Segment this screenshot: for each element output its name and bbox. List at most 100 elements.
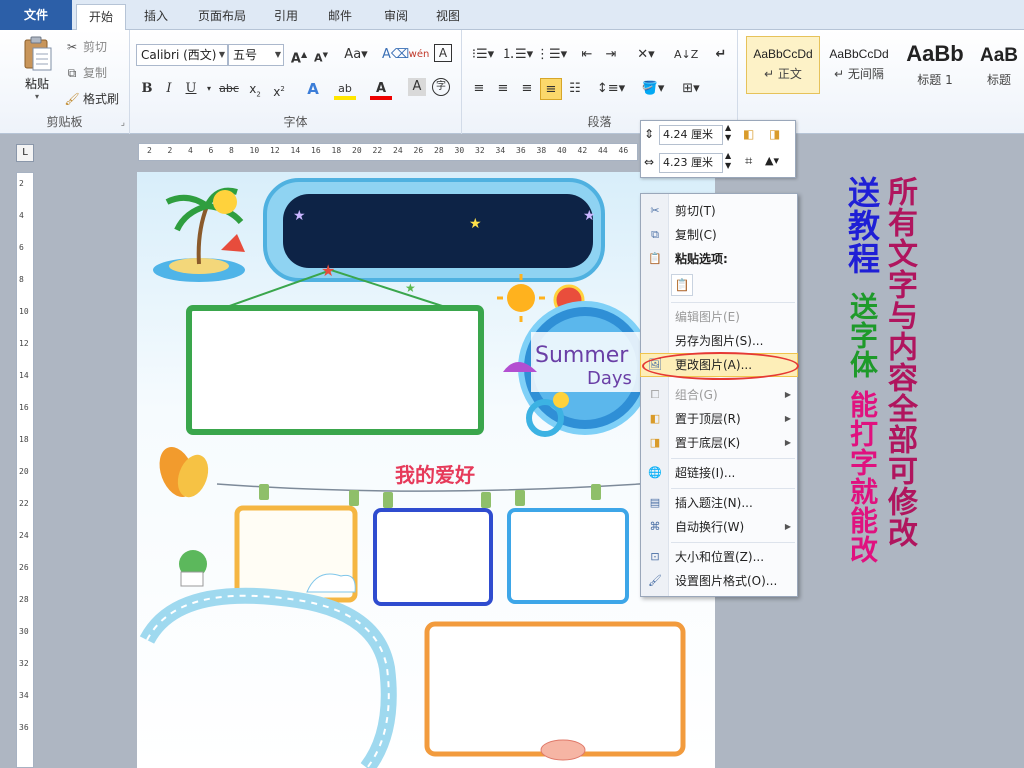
highlight-icon[interactable]: ab [334, 78, 356, 100]
line-spacing-icon[interactable]: ↕≡▾ [596, 78, 626, 100]
clear-formatting-icon[interactable]: A⌫ [382, 44, 409, 66]
change-case-icon[interactable]: Aa▾ [342, 44, 370, 66]
menu-label: 复制(C) [675, 228, 717, 242]
style-sample: AaB [979, 45, 1018, 66]
tab-review[interactable]: 审阅 [372, 4, 420, 30]
style-normal[interactable]: AaBbCcDd ↵ 正文 [746, 36, 820, 94]
ruler-tick: 8 [19, 275, 24, 284]
group-icon: ⧠ [650, 388, 660, 401]
multilevel-list-icon[interactable]: ⋮☰▾ [536, 44, 567, 66]
italic-icon[interactable]: I [158, 78, 180, 100]
submenu-arrow-icon: ▶ [784, 390, 791, 399]
menu-item-bring-to-front[interactable]: ◧ 置于顶层(R) ▶ [641, 408, 797, 430]
document-page[interactable]: ★ ★ ★ ★ ★ Summer Days 我的爱好 [137, 172, 715, 768]
grow-font-icon[interactable]: A▲ [288, 44, 310, 66]
tab-insert[interactable]: 插入 [132, 4, 180, 30]
badge-icon [540, 739, 586, 761]
align-right-icon[interactable]: ≡ [516, 78, 538, 100]
font-size-value: 五号 [233, 48, 258, 62]
subscript-icon[interactable]: x2 [244, 78, 266, 100]
menu-item-size-position[interactable]: ⊡ 大小和位置(Z)... [641, 546, 797, 568]
menu-label: 置于底层(K) [675, 436, 741, 450]
numbering-icon[interactable]: ⒈☰▾ [502, 44, 533, 66]
style-no-spacing[interactable]: AaBbCcDd ↵ 无间隔 [822, 36, 896, 94]
increase-indent-icon[interactable]: ⇥ [600, 44, 622, 66]
tab-home[interactable]: 开始 [76, 4, 127, 31]
paste-icon [24, 36, 52, 71]
menu-item-save-as-picture[interactable]: 另存为图片(S)... [641, 330, 797, 352]
spinner-icon[interactable]: ▲ ▼ [725, 123, 731, 143]
days-text: Days [587, 368, 632, 389]
vertical-ruler[interactable]: 2 4 6 8 10 12 14 16 18 20 22 24 26 28 30 32 34 36 [16, 172, 34, 768]
strikethrough-icon[interactable]: abc [216, 78, 242, 100]
paste-button[interactable]: 粘贴 ▾ [14, 34, 60, 108]
ruler-tick: 18 [331, 146, 342, 155]
sort-icon[interactable]: A↓Z [674, 44, 698, 66]
superscript-icon[interactable]: x2 [268, 78, 290, 100]
hobby-frame [507, 508, 629, 604]
tab-file[interactable]: 文件 [0, 0, 72, 30]
tab-mailings[interactable]: 邮件 [316, 4, 364, 30]
submenu-arrow-icon: ▶ [784, 522, 791, 531]
menu-item-cut[interactable]: ✂ 剪切(T) [641, 200, 797, 222]
decrease-indent-icon[interactable]: ⇤ [576, 44, 598, 66]
shrink-font-icon[interactable]: A▼ [310, 44, 332, 66]
cut-button[interactable]: ✂ 剪切 [64, 38, 107, 55]
bold-icon[interactable]: B [136, 78, 158, 100]
send-backward-icon[interactable]: ◨ [769, 127, 780, 141]
size-mini-toolbar: ⇕ 4.24 厘米 ▲ ▼ ◧ ◨ ⇔ 4.23 厘米 ▲ ▼ ⌗ ▲▾ [640, 120, 796, 178]
bring-to-front-icon: ◧ [649, 412, 661, 425]
submenu-arrow-icon: ▶ [784, 414, 791, 423]
format-painter-button[interactable]: 🖌 格式刷 [64, 90, 119, 107]
dialog-launcher-icon[interactable]: ⌟ [121, 118, 125, 128]
chinese-layout-icon[interactable]: ✕▾ [632, 44, 660, 66]
character-border-icon[interactable]: A [434, 44, 452, 62]
shape-fill-icon[interactable]: ▲▾ [765, 154, 779, 167]
font-family-select[interactable]: Calibri (西文) ▼ [136, 44, 228, 66]
menu-item-insert-caption[interactable]: ▤ 插入题注(N)... [641, 492, 797, 514]
tab-page-layout[interactable]: 页面布局 [186, 4, 258, 30]
ruler-tick: 12 [270, 146, 280, 155]
style-title[interactable]: AaB 标题 [974, 36, 1024, 94]
justify-icon[interactable]: ≡ [540, 78, 562, 100]
spinner-icon[interactable]: ▲ ▼ [725, 151, 731, 171]
menu-item-wrap-text[interactable]: ⌘ 自动换行(W) ▶ [641, 516, 797, 538]
phonetic-guide-icon[interactable]: wén [408, 44, 430, 66]
menu-item-send-to-back[interactable]: ◨ 置于底层(K) ▶ [641, 432, 797, 454]
character-shading-icon[interactable]: A [408, 78, 426, 96]
menu-label: 大小和位置(Z)... [675, 550, 765, 564]
enclose-characters-icon[interactable]: 字 [432, 78, 450, 96]
shading-icon[interactable]: 🪣▾ [638, 78, 668, 100]
paste-option-button[interactable]: 📋 [671, 274, 693, 296]
borders-icon[interactable]: ⊞▾ [676, 78, 706, 100]
bring-forward-icon[interactable]: ◧ [743, 127, 754, 141]
bullets-icon[interactable]: ⁝☰▾ [468, 44, 498, 66]
crop-icon[interactable]: ⌗ [745, 154, 752, 169]
menu-item-copy[interactable]: ⧉ 复制(C) [641, 224, 797, 246]
font-color-icon[interactable]: A [370, 78, 392, 100]
align-left-icon[interactable]: ≡ [468, 78, 490, 100]
tab-selector[interactable]: L [16, 144, 34, 162]
align-center-icon[interactable]: ≡ [492, 78, 514, 100]
menu-item-hyperlink[interactable]: 🌐 超链接(I)... [641, 462, 797, 484]
copy-button[interactable]: ⧉ 复制 [64, 64, 107, 81]
height-input[interactable]: 4.24 厘米 [659, 125, 723, 145]
distributed-icon[interactable]: ☷ [564, 78, 586, 100]
tab-references[interactable]: 引用 [262, 4, 310, 30]
tab-view[interactable]: 视图 [424, 4, 472, 30]
font-family-value: Calibri (西文) [141, 48, 217, 62]
horizontal-ruler[interactable]: 2 2 4 6 8 10 12 14 16 18 20 22 24 26 28 30 32 34 36 38 40 42 4… [138, 143, 638, 161]
style-heading-1[interactable]: AaBb 标题 1 [898, 36, 972, 94]
show-marks-icon[interactable]: ↵ [710, 44, 732, 66]
send-to-back-icon: ◨ [649, 436, 661, 449]
menu-item-format-picture[interactable]: 🖌 设置图片格式(O)... [641, 570, 797, 592]
width-input[interactable]: 4.23 厘米 [659, 153, 723, 173]
ruler-tick: 44 [598, 146, 608, 155]
text-effects-icon[interactable]: A [302, 78, 324, 100]
font-size-select[interactable]: 五号 ▼ [228, 44, 284, 66]
menu-item-group: ⧠ 组合(G) ▶ [641, 384, 797, 406]
summer-text: Summer [535, 343, 629, 368]
ruler-tick: 16 [311, 146, 321, 155]
ruler-tick: 4 [188, 146, 193, 155]
ruler-tick: 32 [475, 146, 485, 155]
